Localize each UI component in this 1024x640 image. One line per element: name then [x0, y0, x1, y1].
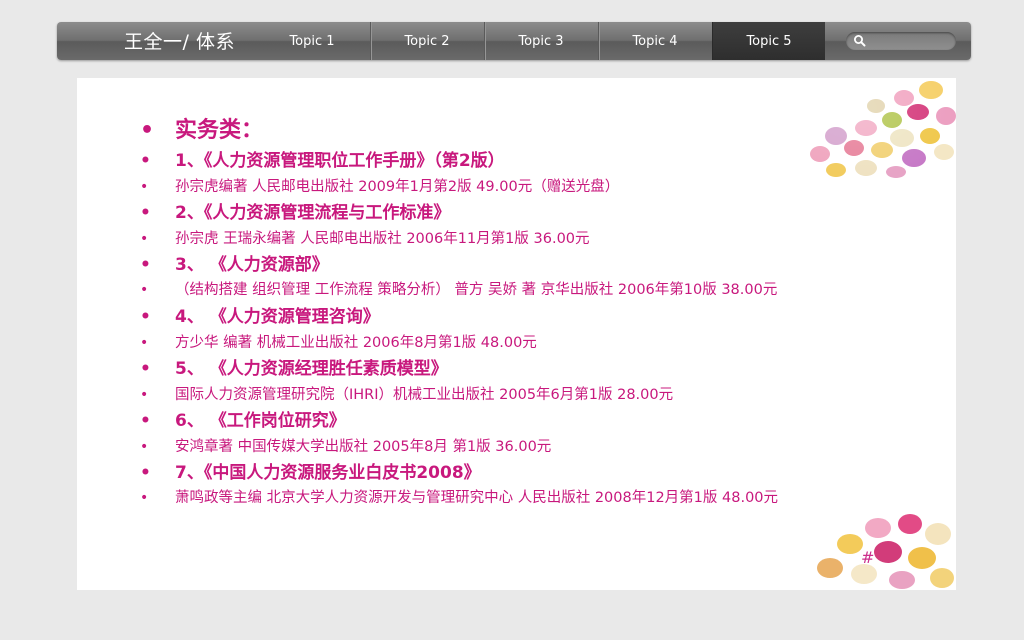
bullet: • [140, 387, 149, 403]
book-detail-text: 安鸿章著 中国传媒大学出版社 2005年8月 第1版 36.00元 [175, 439, 552, 455]
bullet: • [140, 411, 151, 431]
book-title-7: • 7、《中国人力资源服务业白皮书2008》 [140, 460, 930, 486]
book-detail-3: • （结构搭建 组织管理 工作流程 策略分析） 普方 吴娇 著 京华出版社 200… [140, 278, 930, 302]
book-detail-2: • 孙宗虎 王瑞永编著 人民邮电出版社 2006年11月第1版 36.00元 [140, 226, 930, 252]
bullet: • [140, 231, 149, 247]
search-icon[interactable] [853, 34, 867, 48]
book-list: • 实务类： • 1、《人力资源管理职位工作手册》（第2版） • 孙宗虎编著 人民邮… [140, 114, 930, 512]
book-title-4: • 4、 《人力资源管理咨询》 [140, 304, 930, 330]
bullet: • [140, 307, 151, 327]
book-title-6: • 6、 《工作岗位研究》 [140, 408, 930, 434]
tab-topic-2[interactable]: Topic 2 [370, 22, 483, 60]
bullet: • [140, 490, 149, 506]
bullet: • [140, 203, 151, 223]
slide-content: • 实务类： • 1、《人力资源管理职位工作手册》（第2版） • 孙宗虎编著 人民邮… [77, 78, 956, 590]
book-title-5: • 5、 《人力资源经理胜任素质模型》 [140, 356, 930, 382]
tab-topic-3[interactable]: Topic 3 [484, 22, 597, 60]
bullet: • [140, 118, 155, 143]
book-detail-text: 萧鸣政等主编 北京大学人力资源开发与管理研究中心 人民出版社 2008年12月第… [175, 490, 779, 506]
bullet: • [140, 151, 151, 171]
book-title-text: 4、 《人力资源管理咨询》 [175, 307, 380, 327]
book-detail-text: 方少华 编著 机械工业出版社 2006年8月第1版 48.00元 [175, 335, 537, 351]
tab-topic-1[interactable]: Topic 1 [256, 22, 368, 60]
bullet: • [140, 463, 151, 483]
book-title-1: • 1、《人力资源管理职位工作手册》（第2版） [140, 148, 930, 174]
bullet: • [140, 255, 151, 275]
search-input[interactable] [846, 32, 956, 50]
bullet: • [140, 359, 151, 379]
slide-number: # [861, 548, 875, 567]
book-title-text: 7、《中国人力资源服务业白皮书2008》 [175, 463, 481, 483]
site-title: 王全一/ 体系 [124, 31, 235, 53]
book-title-text: 2、《人力资源管理流程与工作标准》 [175, 203, 451, 223]
bullet: • [140, 335, 149, 351]
book-title-3: • 3、 《人力资源部》 [140, 252, 930, 278]
book-title-text: 3、 《人力资源部》 [175, 255, 329, 275]
section-heading: • 实务类： [140, 114, 930, 148]
book-detail-text: 孙宗虎 王瑞永编著 人民邮电出版社 2006年11月第1版 36.00元 [175, 231, 590, 247]
book-detail-7: • 萧鸣政等主编 北京大学人力资源开发与管理研究中心 人民出版社 2008年12月… [140, 486, 930, 510]
book-detail-1: • 孙宗虎编著 人民邮电出版社 2009年1月第2版 49.00元（赠送光盘） [140, 174, 930, 200]
book-title-text: 5、 《人力资源经理胜任素质模型》 [175, 359, 448, 379]
book-detail-5: • 国际人力资源管理研究院（IHRI）机械工业出版社 2005年6月第1版 28.… [140, 382, 930, 408]
candy-eggs-decoration-bottom [817, 514, 954, 589]
section-heading-text: 实务类： [175, 118, 264, 143]
book-detail-text: 孙宗虎编著 人民邮电出版社 2009年1月第2版 49.00元（赠送光盘） [175, 179, 620, 195]
bullet: • [140, 439, 149, 455]
tab-topic-5[interactable]: Topic 5 [712, 22, 825, 60]
book-title-2: • 2、《人力资源管理流程与工作标准》 [140, 200, 930, 226]
bullet: • [140, 282, 149, 298]
book-detail-text: 国际人力资源管理研究院（IHRI）机械工业出版社 2005年6月第1版 28.0… [175, 387, 674, 403]
top-nav-bar: 王全一/ 体系 Topic 1 Topic 2 Topic 3 Topic 4 … [57, 22, 971, 60]
bullet: • [140, 179, 149, 195]
tab-topic-4[interactable]: Topic 4 [598, 22, 711, 60]
book-title-text: 1、《人力资源管理职位工作手册》（第2版） [175, 151, 505, 171]
book-detail-text: （结构搭建 组织管理 工作流程 策略分析） 普方 吴娇 著 京华出版社 2006… [175, 282, 778, 298]
book-detail-4: • 方少华 编著 机械工业出版社 2006年8月第1版 48.00元 [140, 330, 930, 356]
book-detail-6: • 安鸿章著 中国传媒大学出版社 2005年8月 第1版 36.00元 [140, 434, 930, 460]
book-title-text: 6、 《工作岗位研究》 [175, 411, 346, 431]
